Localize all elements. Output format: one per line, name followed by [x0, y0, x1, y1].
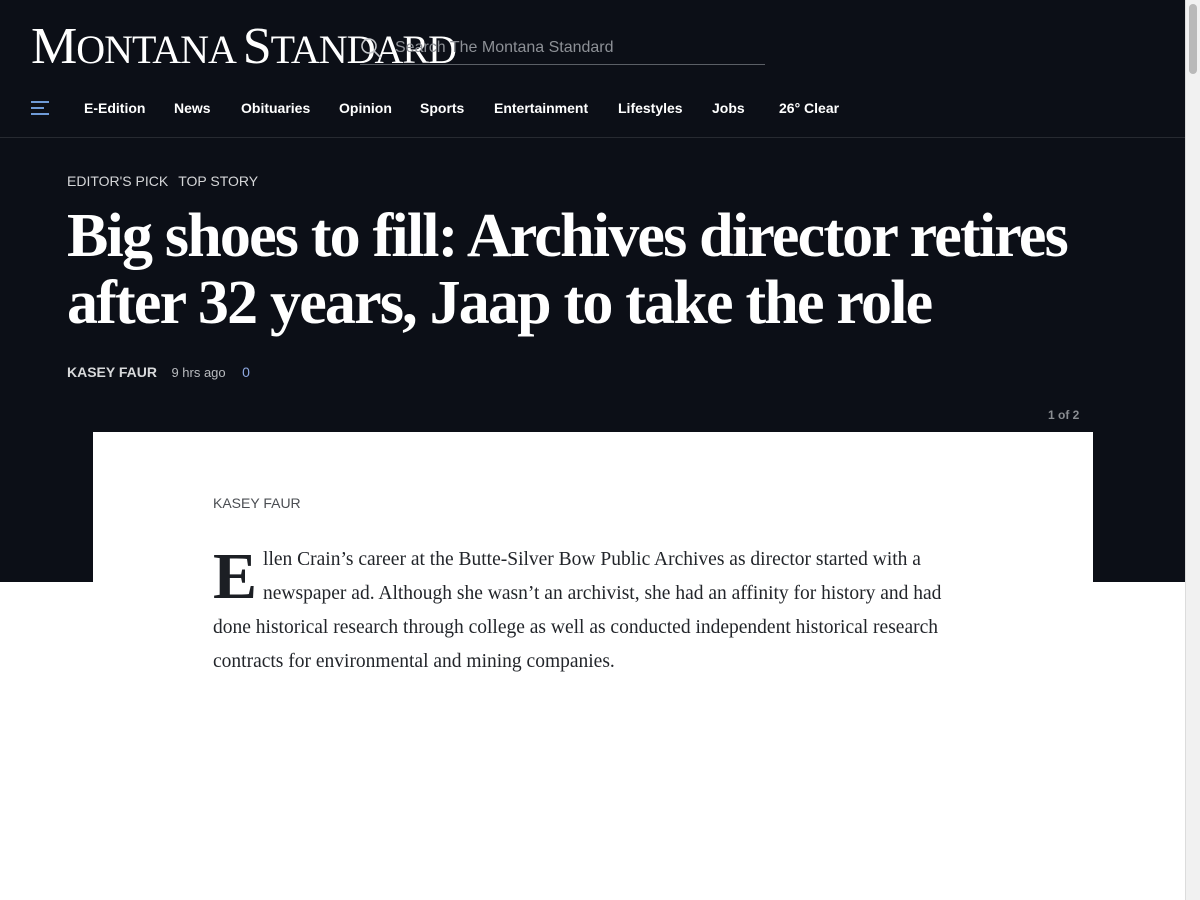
top-story-flag: TOP STORY	[178, 173, 259, 189]
scrollbar-thumb[interactable]	[1189, 4, 1197, 74]
publish-time: 9 hrs ago	[171, 365, 226, 380]
nav-item-entertainment[interactable]: Entertainment	[494, 100, 588, 116]
main-nav: E-Edition News Obituaries Opinion Sports…	[0, 92, 1185, 138]
editors-pick-flag: EDITOR'S PICK	[67, 173, 169, 189]
author-link[interactable]: KASEY FAUR	[67, 364, 157, 380]
nav-item-lifestyles[interactable]: Lifestyles	[618, 100, 683, 116]
byline: KASEY FAUR 9 hrs ago 0	[67, 364, 250, 382]
search-bar	[360, 32, 765, 65]
nav-item-opinion[interactable]: Opinion	[339, 100, 392, 116]
drop-cap: E	[213, 540, 258, 613]
article-headline: Big shoes to fill: Archives director ret…	[67, 202, 1069, 337]
nav-item-jobs[interactable]: Jobs	[712, 100, 745, 116]
body-author-credit: KASEY FAUR	[213, 495, 301, 511]
search-input[interactable]	[393, 32, 757, 64]
nav-item-sports[interactable]: Sports	[420, 100, 464, 116]
weather-link[interactable]: 26° Clear	[779, 100, 839, 116]
page-scrollbar[interactable]	[1185, 0, 1200, 900]
article-flags: EDITOR'S PICK TOP STORY	[67, 173, 268, 189]
menu-icon[interactable]	[31, 100, 49, 116]
nav-item-news[interactable]: News	[174, 100, 211, 116]
article-first-paragraph: Ellen Crain’s career at the Butte-Silver…	[213, 543, 973, 679]
paragraph-text: llen Crain’s career at the Butte-Silver …	[213, 549, 942, 672]
gallery-counter: 1 of 2	[1048, 408, 1080, 422]
comment-count-link[interactable]: 0	[242, 364, 250, 380]
logo-letter: S	[242, 18, 272, 75]
nav-item-e-edition[interactable]: E-Edition	[84, 100, 145, 116]
nav-item-obituaries[interactable]: Obituaries	[241, 100, 310, 116]
logo-letter: M	[31, 18, 77, 75]
logo-text: ONTANA	[76, 27, 243, 72]
search-icon[interactable]	[360, 37, 382, 59]
